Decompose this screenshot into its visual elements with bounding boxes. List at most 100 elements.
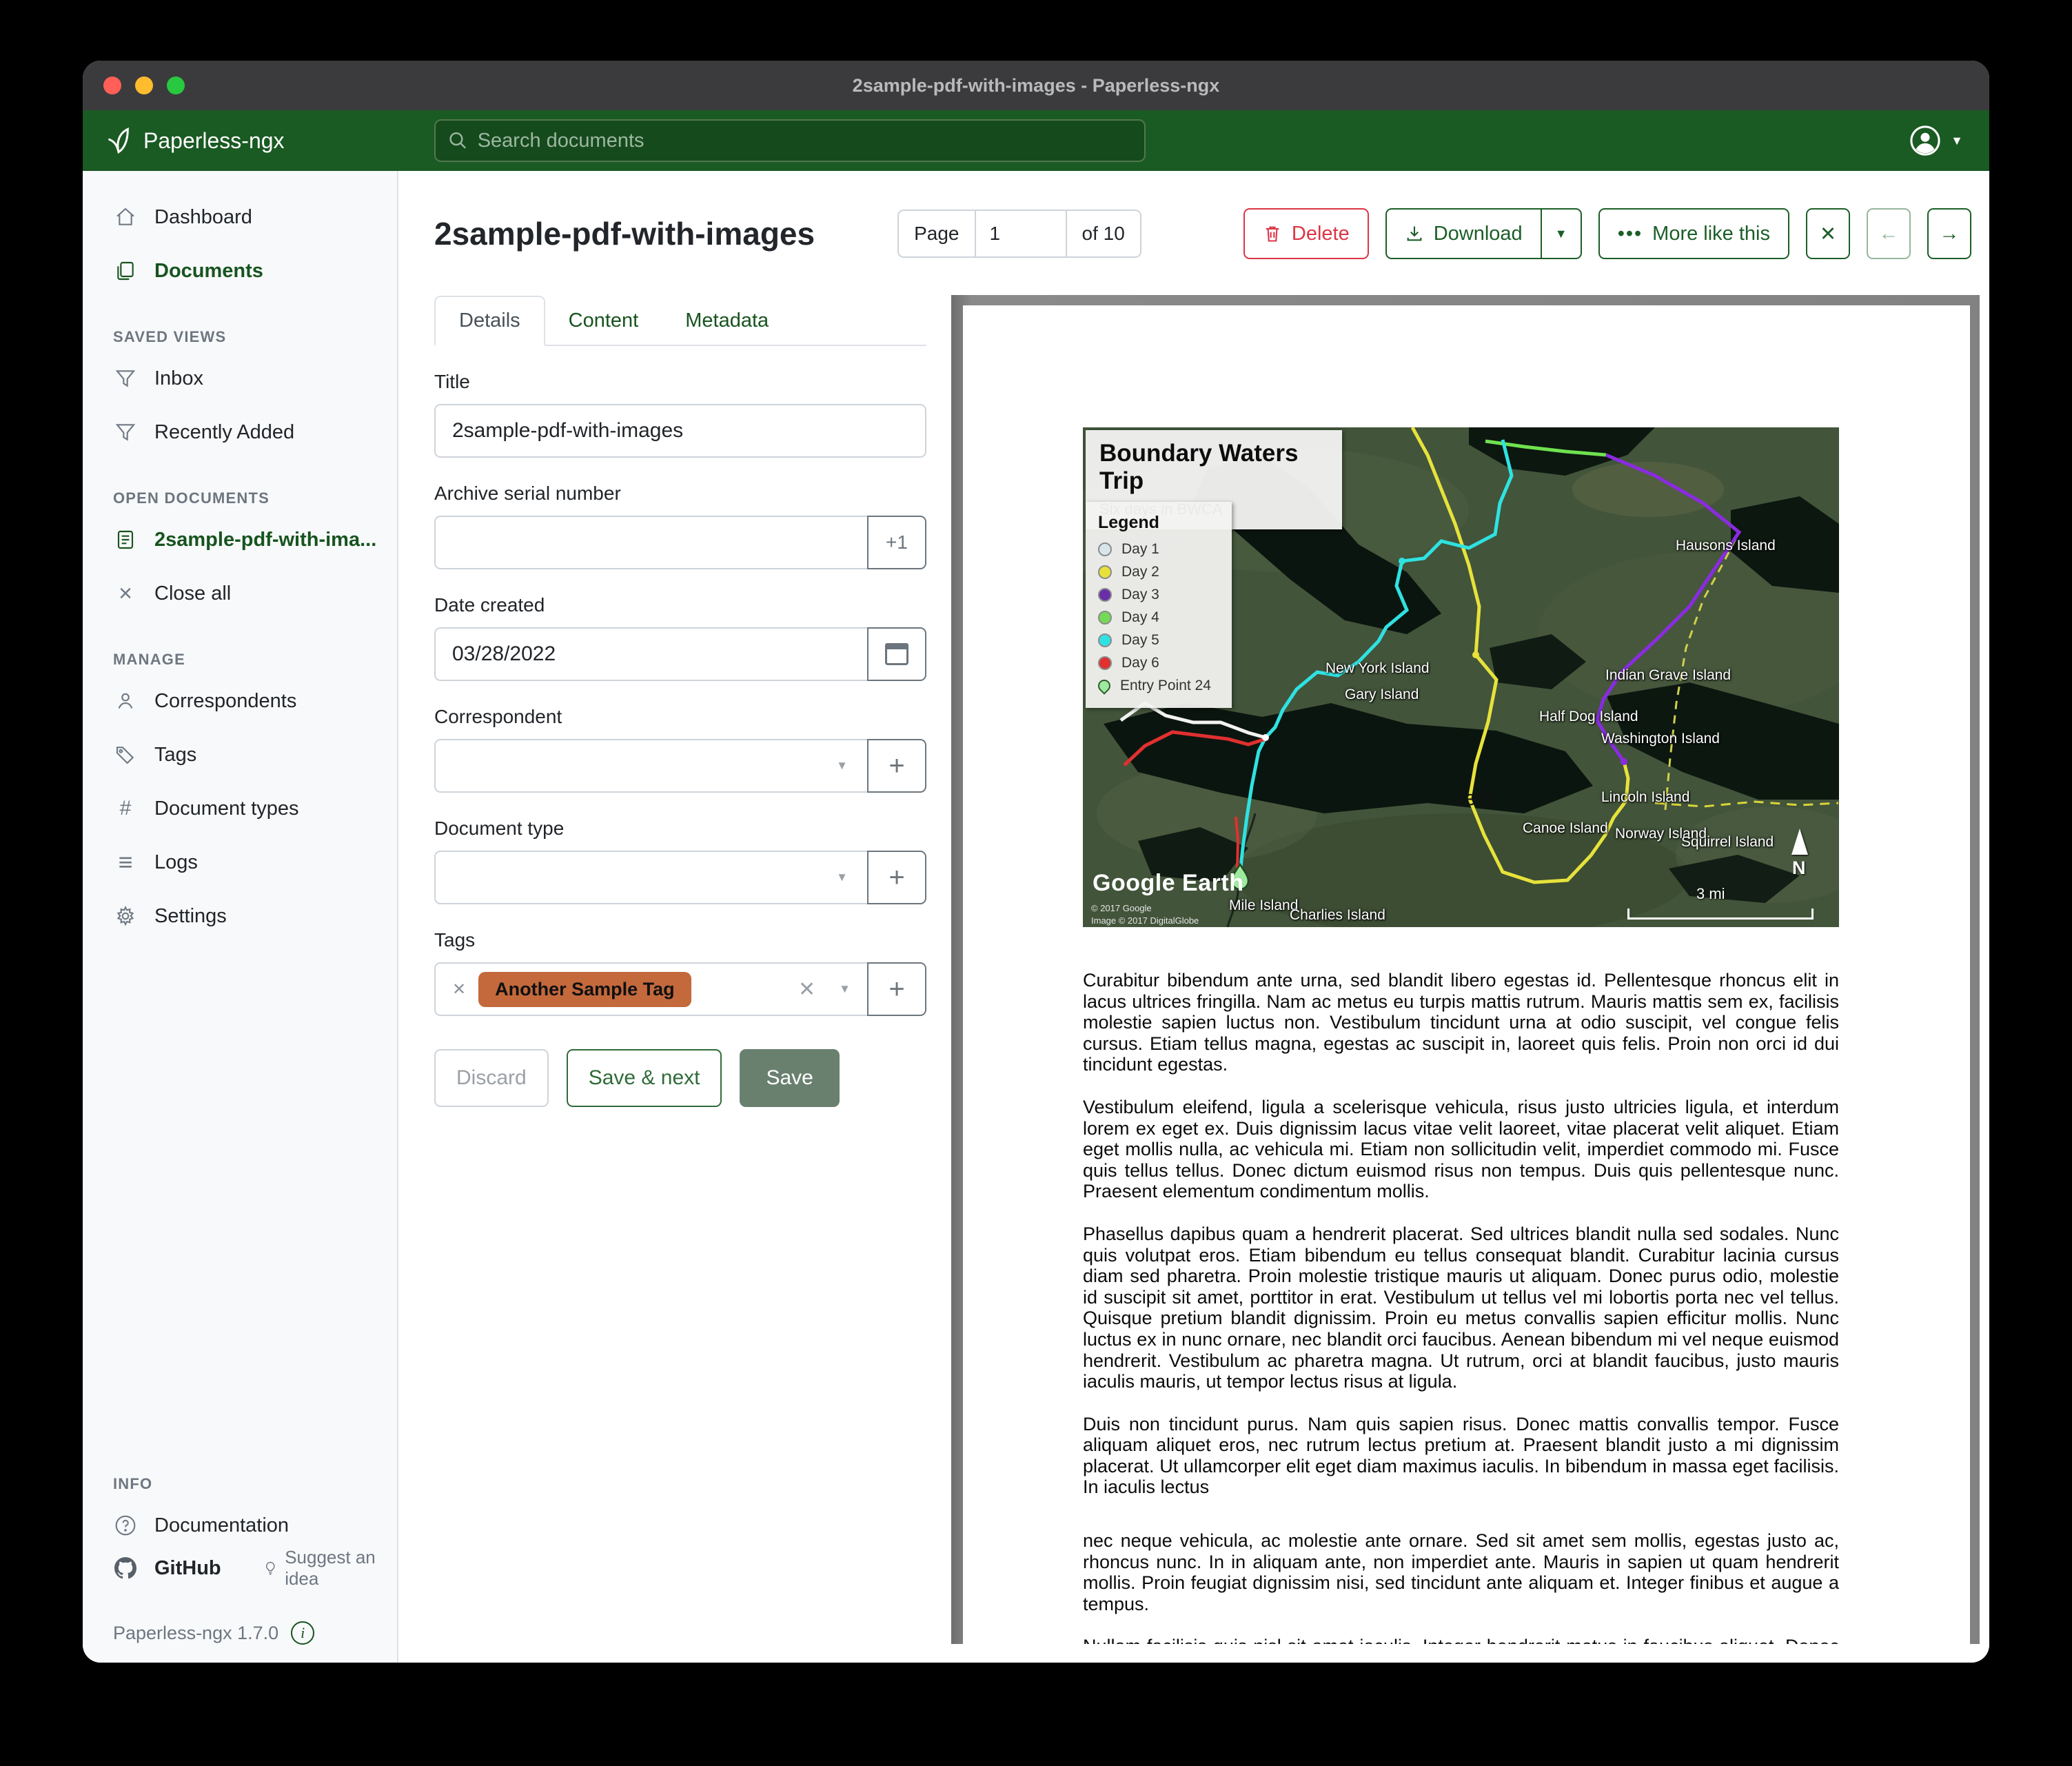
tags-select[interactable]: ✕ Another Sample Tag ✕ ▼: [434, 962, 867, 1016]
sidebar-item-label: Document types: [154, 798, 299, 820]
day4-marker-icon: [1098, 611, 1112, 625]
sidebar-item-label: 2sample-pdf-with-ima...: [154, 529, 376, 551]
document-header: 2sample-pdf-with-images Page of 10 Delet…: [434, 196, 1971, 272]
detail-tabs: Details Content Metadata: [434, 296, 926, 346]
tab-details[interactable]: Details: [434, 296, 545, 346]
sidebar-section-saved-views: SAVED VIEWS: [113, 328, 397, 346]
lightbulb-icon: [263, 1559, 278, 1577]
sidebar-item-github[interactable]: GitHub: [83, 1547, 221, 1590]
pdf-viewer[interactable]: Boundary Waters Trip Six days in BWCA Le…: [951, 295, 1980, 1644]
next-document-button[interactable]: →: [1927, 208, 1971, 259]
tag-pill[interactable]: Another Sample Tag: [478, 972, 691, 1007]
trash-icon: [1263, 223, 1282, 244]
map-title: Boundary Waters Trip: [1099, 440, 1328, 495]
asn-field-label: Archive serial number: [434, 483, 926, 505]
discard-button[interactable]: Discard: [434, 1049, 549, 1107]
date-created-label: Date created: [434, 594, 926, 616]
legend-item: Day 3: [1098, 587, 1219, 603]
legend-title: Legend: [1098, 513, 1219, 533]
sidebar-item-documents[interactable]: Documents: [83, 250, 397, 292]
pdf-paragraph: Duis non tincidunt purus. Nam quis sapie…: [1083, 1414, 1839, 1498]
date-created-field[interactable]: [434, 627, 867, 681]
suggest-idea-label: Suggest an idea: [285, 1547, 397, 1590]
sidebar-item-inbox[interactable]: Inbox: [83, 357, 397, 400]
day6-marker-icon: [1098, 656, 1112, 670]
delete-label: Delete: [1292, 223, 1350, 245]
caret-down-icon: ▼: [1555, 227, 1567, 241]
close-icon: ✕: [1820, 222, 1836, 246]
add-tag-button[interactable]: +: [867, 962, 926, 1016]
info-icon[interactable]: i: [291, 1621, 314, 1645]
map-label: Gary Island: [1345, 687, 1419, 703]
question-circle-icon: [113, 1514, 138, 1536]
window-title: 2sample-pdf-with-images - Paperless-ngx: [83, 75, 1989, 97]
sidebar-item-tags[interactable]: Tags: [83, 733, 397, 776]
calendar-button[interactable]: [867, 627, 926, 681]
document-type-label: Document type: [434, 818, 926, 840]
map-copyright: Image © 2017 DigitalGlobe: [1091, 915, 1199, 926]
download-icon: [1405, 223, 1424, 244]
download-button[interactable]: Download: [1385, 208, 1542, 259]
sidebar-item-logs[interactable]: ≡ Logs: [83, 841, 397, 884]
leaf-logo-icon: [105, 127, 132, 154]
sidebar-item-label: Inbox: [154, 367, 203, 390]
asn-plus-one-button[interactable]: +1: [867, 516, 926, 569]
map-label: Squirrel Island: [1681, 834, 1774, 851]
map-label: Lincoln Island: [1601, 789, 1689, 806]
hash-icon: #: [113, 797, 138, 820]
search-input[interactable]: [478, 130, 1132, 152]
tab-metadata[interactable]: Metadata: [662, 297, 792, 345]
titlebar: 2sample-pdf-with-images - Paperless-ngx: [83, 61, 1989, 110]
correspondent-select[interactable]: ▼: [434, 739, 867, 793]
caret-down-icon[interactable]: ▼: [839, 982, 851, 996]
sidebar-item-document-types[interactable]: # Document types: [83, 787, 397, 830]
sidebar-item-settings[interactable]: Settings: [83, 895, 397, 937]
title-field-label: Title: [434, 371, 926, 393]
sidebar-item-label: Documentation: [154, 1514, 289, 1537]
clear-tags-icon[interactable]: ✕: [798, 977, 815, 1002]
page-navigator: Page of 10: [897, 210, 1141, 258]
pdf-paragraph: Phasellus dapibus quam a hendrerit place…: [1083, 1224, 1839, 1392]
map-image: Boundary Waters Trip Six days in BWCA Le…: [1083, 427, 1839, 927]
tags-label: Tags: [434, 929, 926, 951]
save-and-next-button[interactable]: Save & next: [567, 1049, 722, 1107]
tag-icon: [113, 744, 138, 766]
brand[interactable]: Paperless-ngx: [105, 127, 285, 154]
sidebar-item-label: GitHub: [154, 1557, 221, 1580]
title-field[interactable]: [434, 404, 926, 458]
sidebar-item-label: Close all: [154, 582, 231, 605]
map-copyright: © 2017 Google: [1091, 903, 1152, 913]
documents-icon: [113, 260, 138, 282]
sidebar-item-documentation[interactable]: Documentation: [83, 1504, 397, 1547]
sidebar-item-dashboard[interactable]: Dashboard: [83, 196, 397, 238]
sidebar-item-open-document[interactable]: 2sample-pdf-with-ima...: [83, 518, 397, 561]
sidebar-item-recently-added[interactable]: Recently Added: [83, 411, 397, 454]
sidebar-section-info: INFO: [113, 1475, 397, 1493]
more-icon: •••: [1618, 223, 1643, 245]
tab-content[interactable]: Content: [545, 297, 662, 345]
more-like-this-button[interactable]: ••• More like this: [1598, 208, 1789, 259]
sidebar-item-label: Logs: [154, 851, 198, 874]
asn-field[interactable]: [434, 516, 867, 569]
download-options-button[interactable]: ▼: [1542, 208, 1582, 259]
map-credit: Google Earth: [1093, 870, 1243, 897]
close-document-button[interactable]: ✕: [1806, 208, 1850, 259]
sidebar-section-open-documents: OPEN DOCUMENTS: [113, 489, 397, 507]
suggest-idea-link[interactable]: Suggest an idea: [263, 1547, 397, 1590]
map-scale-label: 3 mi: [1696, 885, 1725, 903]
document-type-select[interactable]: ▼: [434, 851, 867, 904]
delete-button[interactable]: Delete: [1243, 208, 1369, 259]
add-document-type-button[interactable]: +: [867, 851, 926, 904]
search-box[interactable]: [434, 119, 1146, 162]
document-actions: Delete Download ▼ •••: [1243, 208, 1971, 259]
add-correspondent-button[interactable]: +: [867, 739, 926, 793]
sidebar-item-correspondents[interactable]: Correspondents: [83, 680, 397, 722]
remove-tag-icon[interactable]: ✕: [452, 980, 466, 999]
save-button[interactable]: Save: [740, 1049, 839, 1107]
user-menu[interactable]: ▼: [1909, 125, 1963, 156]
arrow-left-icon: ←: [1879, 223, 1899, 245]
app-window: 2sample-pdf-with-images - Paperless-ngx …: [83, 61, 1989, 1663]
previous-document-button[interactable]: ←: [1867, 208, 1911, 259]
page-number-input[interactable]: [976, 211, 1066, 256]
sidebar-item-close-all[interactable]: × Close all: [83, 572, 397, 615]
